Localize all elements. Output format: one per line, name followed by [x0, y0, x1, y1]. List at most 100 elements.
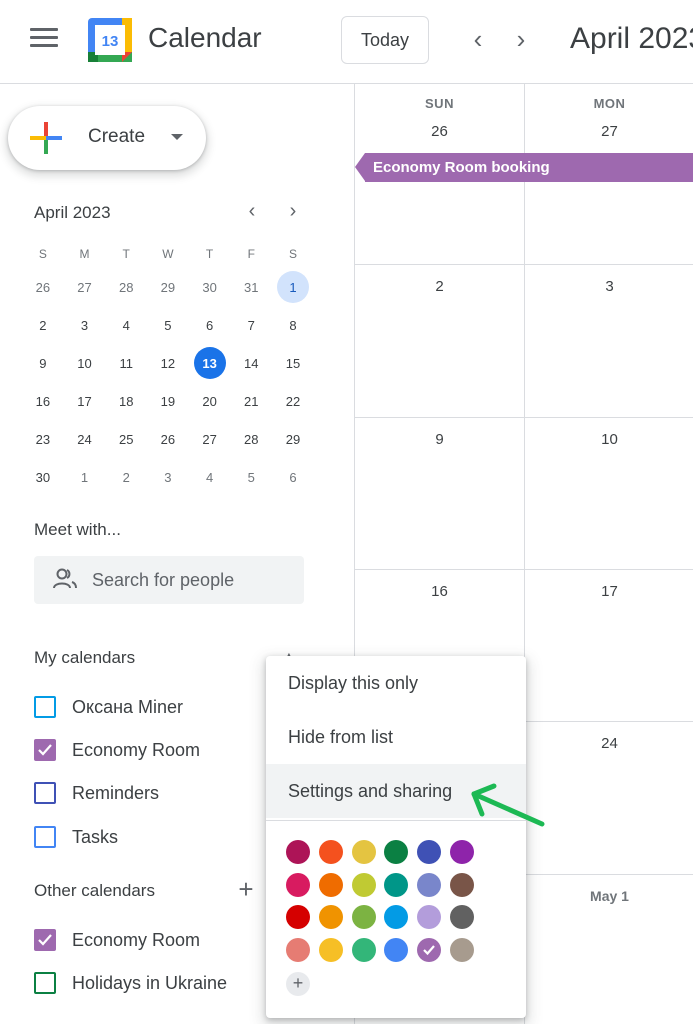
mini-day[interactable]: 5	[152, 309, 184, 341]
color-swatch[interactable]	[286, 905, 310, 929]
color-swatch[interactable]	[351, 905, 376, 929]
calendar-logo-icon[interactable]: 13	[88, 18, 132, 62]
add-other-calendar-icon[interactable]: +	[234, 876, 258, 902]
mini-day[interactable]: 9	[27, 347, 59, 379]
mini-day[interactable]: 8	[277, 309, 309, 341]
day-cell-number[interactable]: 17	[525, 583, 693, 600]
color-swatch[interactable]	[417, 905, 442, 929]
checkbox-unchecked-icon[interactable]	[34, 972, 56, 994]
create-button[interactable]: Create	[8, 106, 206, 170]
mini-day[interactable]: 2	[110, 461, 142, 493]
other-calendars-title[interactable]: Other calendars	[34, 881, 155, 901]
today-button[interactable]: Today	[341, 16, 429, 64]
mini-day[interactable]: 6	[277, 461, 309, 493]
menu-item-hide-from-list[interactable]: Hide from list	[266, 710, 526, 764]
day-cell-number[interactable]: 10	[525, 431, 693, 448]
mini-day[interactable]: 3	[69, 309, 101, 341]
mini-day[interactable]: 26	[152, 423, 184, 455]
day-cell-number[interactable]: 9	[355, 431, 524, 448]
checkbox-checked-icon[interactable]	[34, 739, 56, 761]
mini-day[interactable]: 16	[27, 385, 59, 417]
mini-day[interactable]: 14	[235, 347, 267, 379]
mini-chevron-left-icon[interactable]: ‹	[240, 200, 264, 224]
main-menu-icon[interactable]	[30, 28, 58, 52]
color-swatch[interactable]	[318, 937, 343, 962]
calendar-item-reminders[interactable]: Reminders	[34, 778, 159, 808]
mini-day[interactable]: 17	[69, 385, 101, 417]
mini-day[interactable]: 11	[110, 347, 142, 379]
color-swatch[interactable]	[417, 872, 442, 897]
checkbox-unchecked-icon[interactable]	[34, 696, 56, 718]
mini-day[interactable]: 27	[194, 423, 226, 455]
day-cell-number[interactable]: May 1	[525, 888, 693, 904]
day-number[interactable]: 26	[355, 123, 524, 140]
color-swatch[interactable]	[351, 937, 376, 962]
mini-day[interactable]: 19	[152, 385, 184, 417]
checkbox-checked-icon[interactable]	[34, 929, 56, 951]
calendar-item-economy-room[interactable]: Economy Room	[34, 735, 200, 765]
color-swatch[interactable]	[450, 840, 474, 864]
mini-day[interactable]: 24	[69, 423, 101, 455]
mini-day[interactable]: 1	[69, 461, 101, 493]
day-number[interactable]: 27	[525, 123, 693, 140]
mini-day[interactable]: 2	[27, 309, 59, 341]
mini-day[interactable]: 18	[110, 385, 142, 417]
menu-item-display-only[interactable]: Display this only	[266, 656, 526, 710]
chevron-right-icon[interactable]: ›	[505, 24, 537, 56]
mini-day[interactable]: 30	[27, 461, 59, 493]
color-swatch[interactable]	[384, 905, 409, 929]
add-custom-color-icon[interactable]: +	[286, 972, 310, 996]
mini-day[interactable]: 4	[110, 309, 142, 341]
mini-day[interactable]: 21	[235, 385, 267, 417]
color-swatch[interactable]	[417, 840, 442, 864]
color-swatch[interactable]	[384, 840, 409, 864]
calendar-item-oksana[interactable]: Оксана Miner	[34, 692, 183, 722]
day-cell-number[interactable]: 16	[355, 583, 524, 600]
mini-day[interactable]: 29	[152, 271, 184, 303]
mini-day-selected[interactable]: 1	[276, 271, 309, 303]
color-swatch[interactable]	[318, 905, 343, 929]
mini-day[interactable]: 27	[69, 271, 101, 303]
mini-day[interactable]: 6	[194, 309, 226, 341]
mini-chevron-right-icon[interactable]: ›	[281, 200, 305, 224]
color-swatch[interactable]	[351, 872, 376, 897]
color-swatch[interactable]	[318, 872, 343, 897]
chevron-left-icon[interactable]: ‹	[462, 24, 494, 56]
color-swatch[interactable]	[318, 840, 343, 864]
mini-day[interactable]: 31	[235, 271, 267, 303]
mini-day[interactable]: 20	[194, 385, 226, 417]
search-people-box[interactable]	[34, 556, 304, 604]
mini-day[interactable]: 5	[235, 461, 267, 493]
day-cell-number[interactable]: 3	[525, 278, 693, 295]
mini-day[interactable]: 12	[152, 347, 184, 379]
color-swatch[interactable]	[286, 872, 310, 897]
day-cell-number[interactable]: 24	[525, 735, 693, 752]
mini-day[interactable]: 4	[194, 461, 226, 493]
color-swatch[interactable]	[384, 937, 409, 962]
my-calendars-title[interactable]: My calendars	[34, 648, 135, 668]
color-swatch[interactable]	[384, 872, 409, 897]
color-swatch[interactable]	[450, 905, 474, 929]
mini-day[interactable]: 10	[69, 347, 101, 379]
mini-day[interactable]: 26	[27, 271, 59, 303]
calendar-item-holidays-ukraine[interactable]: Holidays in Ukraine	[34, 968, 227, 998]
mini-day[interactable]: 15	[277, 347, 309, 379]
calendar-item-economy-room-other[interactable]: Economy Room	[34, 925, 200, 955]
color-swatch[interactable]	[417, 937, 442, 962]
color-swatch[interactable]	[450, 872, 474, 897]
search-people-input[interactable]	[92, 566, 292, 594]
checkbox-unchecked-icon[interactable]	[34, 826, 56, 848]
mini-day[interactable]: 29	[277, 423, 309, 455]
color-swatch[interactable]	[286, 937, 310, 962]
color-swatch[interactable]	[351, 840, 376, 864]
day-cell-number[interactable]: 2	[355, 278, 524, 295]
mini-day[interactable]: 28	[235, 423, 267, 455]
checkbox-unchecked-icon[interactable]	[34, 782, 56, 804]
mini-day[interactable]: 3	[152, 461, 184, 493]
mini-day[interactable]: 25	[110, 423, 142, 455]
mini-day[interactable]: 22	[277, 385, 309, 417]
mini-day[interactable]: 7	[235, 309, 267, 341]
color-swatch[interactable]	[450, 937, 474, 962]
event-chip[interactable]: Economy Room booking	[355, 153, 693, 182]
mini-day[interactable]: 30	[194, 271, 226, 303]
